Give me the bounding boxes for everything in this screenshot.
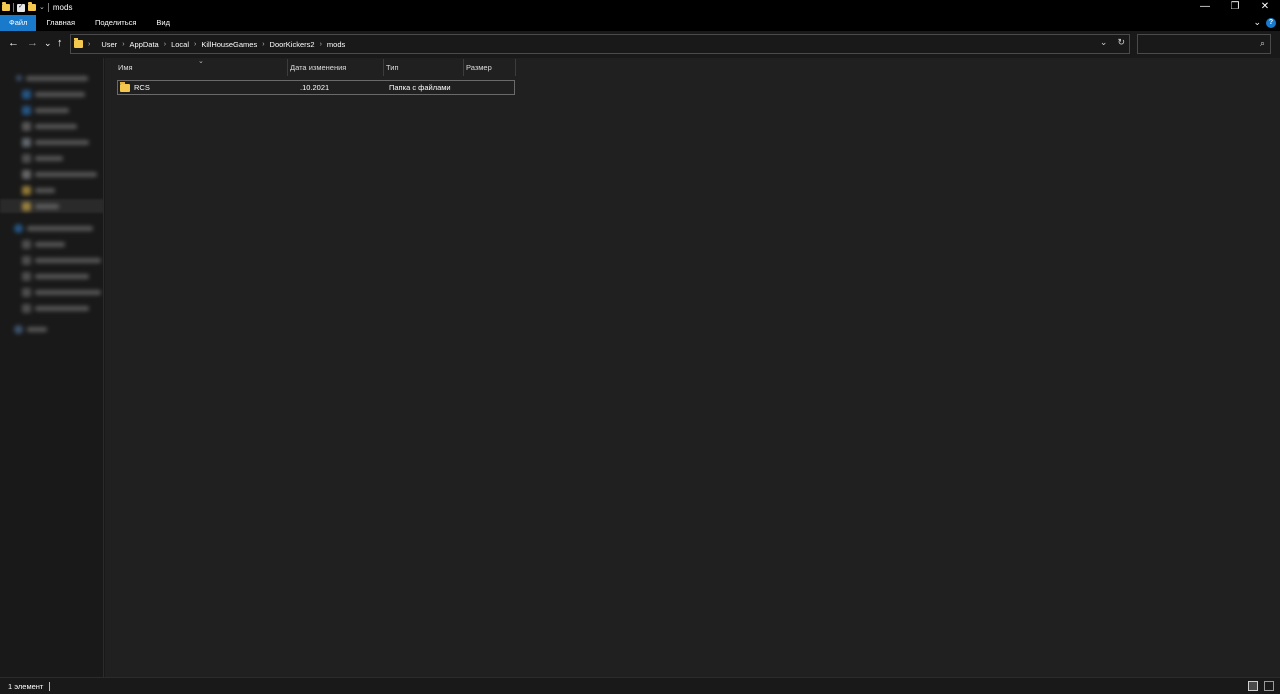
- nav-item[interactable]: [16, 71, 88, 85]
- refresh-icon[interactable]: ↻: [1117, 37, 1125, 48]
- folder-icon: [22, 201, 31, 211]
- item-count: 1 элемент: [8, 681, 44, 691]
- file-name-cell: RCS: [118, 81, 289, 92]
- tab-view[interactable]: Вид: [146, 15, 180, 31]
- address-bar[interactable]: › User › AppData › Local › KillHouseGame…: [70, 34, 1130, 54]
- details-view-icon[interactable]: [1248, 681, 1258, 691]
- search-icon[interactable]: ⌕: [1260, 38, 1265, 49]
- nav-item[interactable]: [22, 301, 89, 315]
- file-date: .10.2021: [300, 83, 330, 92]
- maximize-button[interactable]: ❐: [1220, 0, 1250, 15]
- search-input[interactable]: [1138, 35, 1248, 53]
- breadcrumb-separator[interactable]: ›: [88, 41, 90, 48]
- breadcrumb: › User › AppData › Local › KillHouseGame…: [71, 35, 345, 53]
- ribbon-right-controls: ⌄ ?: [1253, 17, 1276, 28]
- nav-item[interactable]: [22, 87, 85, 101]
- folder-icon: [22, 169, 31, 179]
- nav-item[interactable]: [22, 269, 89, 283]
- nav-item[interactable]: [14, 322, 47, 336]
- nav-item[interactable]: [22, 285, 101, 299]
- tab-home[interactable]: Главная: [36, 15, 85, 31]
- file-list-area[interactable]: ⌄ Имя Дата изменения Тип Размер RCS .10.…: [105, 58, 1280, 677]
- drive-icon: [22, 271, 31, 281]
- pictures-icon: [22, 137, 31, 147]
- search-box[interactable]: ⌕: [1137, 34, 1271, 54]
- toolbar-divider: [47, 3, 49, 12]
- tab-file[interactable]: Файл: [0, 15, 37, 31]
- desktop-icon: [22, 89, 31, 99]
- nav-item[interactable]: [22, 199, 59, 213]
- forward-icon[interactable]: →: [27, 37, 38, 49]
- breadcrumb-killhousegames[interactable]: KillHouseGames: [201, 40, 257, 49]
- column-header-date[interactable]: Дата изменения: [288, 59, 384, 76]
- customize-toolbar-icon[interactable]: ⌄: [39, 0, 45, 15]
- toolbar-divider: [13, 3, 14, 12]
- new-folder-icon[interactable]: [28, 2, 36, 11]
- breadcrumb-local[interactable]: Local: [171, 40, 189, 49]
- table-row[interactable]: RCS .10.2021 Папка с файлами: [117, 80, 515, 95]
- column-header-type[interactable]: Тип: [384, 59, 464, 76]
- onedrive-icon: [14, 223, 23, 233]
- column-header-name[interactable]: ⌄ Имя: [116, 58, 288, 76]
- column-header-size[interactable]: Размер: [464, 59, 516, 76]
- folder-icon: [120, 81, 130, 92]
- address-controls: ⌄ ↻: [1100, 37, 1125, 48]
- help-icon[interactable]: ?: [1266, 17, 1276, 28]
- documents-icon: [22, 121, 31, 131]
- minimize-button[interactable]: —: [1190, 0, 1220, 15]
- file-type: Папка с файлами: [389, 83, 451, 92]
- nav-item[interactable]: [22, 151, 63, 165]
- folder-icon: [22, 239, 31, 249]
- breadcrumb-mods[interactable]: mods: [327, 40, 345, 49]
- view-switcher: [1248, 681, 1274, 691]
- status-bar: 1 элемент: [0, 677, 1280, 694]
- window-title: mods: [52, 3, 73, 12]
- tab-share[interactable]: Поделиться: [85, 15, 146, 31]
- navigation-pane[interactable]: [0, 58, 104, 677]
- breadcrumb-separator[interactable]: ›: [194, 41, 196, 48]
- breadcrumb-user[interactable]: User: [101, 40, 117, 49]
- column-headers: ⌄ Имя Дата изменения Тип Размер: [116, 58, 516, 76]
- nav-item[interactable]: [22, 167, 97, 181]
- breadcrumb-doorkickers2[interactable]: DoorKickers2: [270, 40, 315, 49]
- expand-ribbon-icon[interactable]: ⌄: [1253, 17, 1261, 28]
- window-controls: — ❐ ✕: [1190, 0, 1280, 15]
- quick-access-toolbar: ⌄: [0, 0, 49, 15]
- file-name: RCS: [134, 83, 150, 92]
- folder-icon: [2, 2, 10, 11]
- downloads-icon: [22, 105, 31, 115]
- folder-icon: [22, 255, 31, 265]
- nav-item[interactable]: [14, 221, 93, 235]
- breadcrumb-appdata[interactable]: AppData: [130, 40, 159, 49]
- status-divider: [49, 681, 51, 691]
- drive-icon: [22, 287, 31, 297]
- folder-icon: [22, 153, 31, 163]
- nav-item[interactable]: [22, 135, 89, 149]
- breadcrumb-separator[interactable]: ›: [262, 41, 264, 48]
- properties-icon[interactable]: [17, 2, 25, 12]
- nav-item[interactable]: [22, 183, 55, 197]
- breadcrumb-separator[interactable]: ›: [122, 41, 124, 48]
- close-button[interactable]: ✕: [1250, 0, 1280, 15]
- up-icon[interactable]: ↑: [57, 37, 63, 49]
- address-dropdown-icon[interactable]: ⌄: [1100, 37, 1108, 48]
- recent-locations-icon[interactable]: ⌄: [44, 38, 52, 49]
- nav-item[interactable]: [22, 237, 65, 251]
- title-bar: ⌄ mods — ❐ ✕: [0, 0, 1280, 15]
- nav-item[interactable]: [22, 103, 69, 117]
- star-icon: [16, 75, 22, 81]
- network-icon: [14, 324, 23, 334]
- ribbon-tabs: Файл Главная Поделиться Вид ⌄ ?: [0, 15, 1280, 31]
- folder-icon: [74, 38, 83, 48]
- nav-item[interactable]: [22, 119, 77, 133]
- folder-icon: [22, 185, 31, 195]
- nav-item[interactable]: [22, 253, 101, 267]
- drive-icon: [22, 303, 31, 313]
- sort-arrow-icon: ⌄: [198, 58, 204, 65]
- breadcrumb-separator[interactable]: ›: [164, 41, 166, 48]
- large-icons-view-icon[interactable]: [1264, 681, 1274, 691]
- breadcrumb-separator[interactable]: ›: [320, 41, 322, 48]
- back-icon[interactable]: ←: [8, 37, 19, 49]
